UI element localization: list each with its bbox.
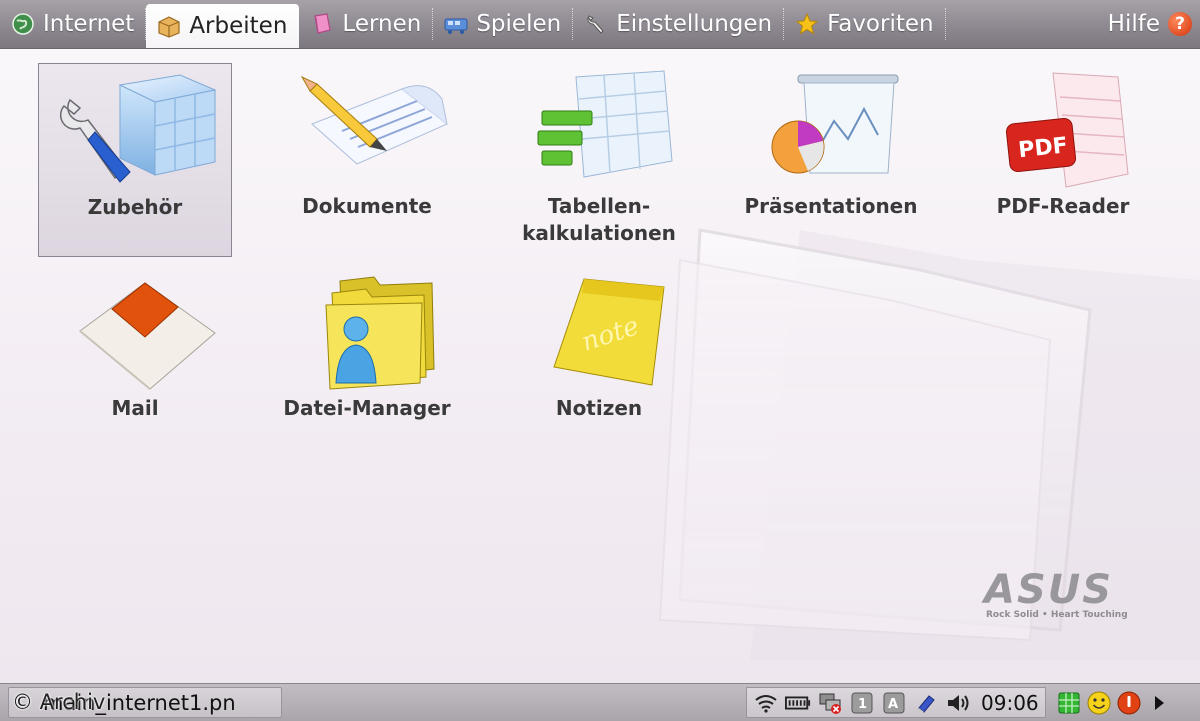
help-label: Hilfe	[1107, 11, 1160, 37]
app-label: Tabellen- kalkulationen	[522, 194, 676, 245]
tab-arbeiten[interactable]: Arbeiten	[146, 4, 300, 48]
arrow-right-icon[interactable]	[1144, 688, 1174, 718]
power-icon[interactable]	[1114, 688, 1144, 718]
desktop-grid-icon[interactable]	[1054, 688, 1084, 718]
briefcase-icon	[156, 13, 182, 39]
asus-wordmark: ASUS	[984, 567, 1114, 613]
app-pdf-reader[interactable]: PDF PDF-Reader	[966, 63, 1160, 257]
globe-icon	[10, 11, 36, 37]
app-label: Präsentationen	[744, 194, 918, 218]
tab-einstellungen[interactable]: Einstellungen	[573, 0, 785, 48]
stylus-input-icon[interactable]	[913, 691, 939, 715]
app-label: Mail	[111, 396, 159, 420]
svg-text:1: 1	[858, 697, 867, 712]
app-zubehoer[interactable]: Zubehör	[38, 63, 232, 257]
tab-spielen-label: Spielen	[476, 11, 562, 37]
tab-internet[interactable]: Internet	[0, 0, 147, 48]
note-icon: note	[553, 278, 665, 386]
presentation-icon	[771, 74, 899, 174]
app-datei-manager[interactable]: Datei-Manager	[270, 265, 464, 459]
wrench-icon	[583, 11, 609, 37]
pdf-icon: PDF	[1005, 72, 1129, 188]
tools-cube-icon	[59, 74, 217, 183]
keyboard-caps-icon[interactable]: A	[881, 691, 907, 715]
svg-text:PDF: PDF	[1017, 133, 1069, 163]
app-label: Dokumente	[302, 194, 432, 218]
book-icon	[309, 11, 335, 37]
tab-favoriten[interactable]: Favoriten	[784, 0, 946, 48]
app-label: PDF-Reader	[996, 194, 1130, 218]
taskbar-window-title: main_internet1.pn	[43, 690, 236, 715]
app-label: Zubehör	[87, 195, 183, 219]
taskbar-window-button[interactable]: main_internet1.pn	[8, 687, 282, 718]
tab-favoriten-label: Favoriten	[827, 11, 934, 37]
top-tab-bar: Internet Arbeiten Lernen Spielen Einstel…	[0, 0, 1200, 49]
tab-spielen[interactable]: Spielen	[433, 0, 574, 48]
svg-text:A: A	[888, 697, 898, 712]
taskbar: main_internet1.pn 1 A 09:06	[0, 683, 1200, 721]
folder-user-icon	[325, 276, 435, 390]
app-label: Notizen	[555, 396, 643, 420]
tab-lernen-label: Lernen	[342, 11, 422, 37]
app-label: Datei-Manager	[283, 396, 451, 420]
smiley-icon[interactable]	[1084, 688, 1114, 718]
spreadsheet-icon	[537, 70, 673, 178]
wifi-icon[interactable]	[753, 691, 779, 715]
tab-internet-label: Internet	[43, 11, 135, 37]
app-praesentationen[interactable]: Präsentationen	[734, 63, 928, 257]
help-question-icon: ?	[1168, 12, 1192, 36]
asus-logo: ASUS Rock Solid • Heart Touching	[984, 570, 1154, 620]
help-button[interactable]: Hilfe ?	[1108, 0, 1200, 48]
clock[interactable]: 09:06	[981, 691, 1039, 715]
tab-einstellungen-label: Einstellungen	[616, 11, 773, 37]
system-tray: 1 A 09:06	[746, 687, 1046, 718]
game-icon	[443, 11, 469, 37]
app-mail[interactable]: Mail	[38, 265, 232, 459]
app-dokumente[interactable]: Dokumente	[270, 63, 464, 257]
asus-tagline: Rock Solid • Heart Touching	[986, 610, 1128, 620]
envelope-icon	[79, 282, 216, 390]
document-pencil-icon	[300, 75, 448, 165]
app-tabellenkalkulationen[interactable]: Tabellen- kalkulationen	[502, 63, 696, 257]
app-notizen[interactable]: note Notizen	[502, 265, 696, 459]
star-icon	[794, 11, 820, 37]
keyboard-number-icon[interactable]: 1	[849, 691, 875, 715]
volume-icon[interactable]	[945, 691, 971, 715]
tab-arbeiten-label: Arbeiten	[189, 13, 288, 39]
battery-icon[interactable]	[785, 691, 811, 715]
network-disconnected-icon[interactable]	[817, 691, 843, 715]
tab-lernen[interactable]: Lernen	[299, 0, 434, 48]
